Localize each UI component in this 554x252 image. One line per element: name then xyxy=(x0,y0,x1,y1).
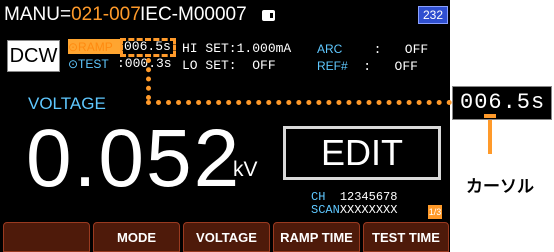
ch-numbers: 12345678 xyxy=(339,190,398,204)
arc-value: OFF xyxy=(404,42,429,57)
manu-label: MANU xyxy=(4,4,60,25)
softkey-mode[interactable]: MODE xyxy=(93,222,180,252)
arc-sep: : xyxy=(373,42,382,57)
manu-value: 021-007 xyxy=(71,4,141,25)
ramp-label: ⊙RAMP xyxy=(68,40,113,54)
cursor-pointer-line xyxy=(488,120,492,154)
interface-badge: 232 xyxy=(418,6,448,24)
callout-value: 006.5s xyxy=(460,90,546,115)
test-row: ⊙TEST xyxy=(68,56,109,73)
voltage-unit: kV xyxy=(233,158,258,181)
channel-row: CH 12345678 xyxy=(311,191,397,203)
ref-value: OFF xyxy=(394,59,418,74)
scan-row: SCANXXXXXXXX xyxy=(311,204,397,216)
softkey-1[interactable] xyxy=(3,222,90,252)
edit-button[interactable]: EDIT xyxy=(283,126,441,180)
cursor-underline xyxy=(484,114,496,118)
arc-label: ARC xyxy=(317,42,343,56)
lo-set-row: LO SET: OFF xyxy=(182,58,276,74)
softkey-bar: MODE VOLTAGE RAMP TIME TEST TIME xyxy=(0,222,450,252)
softkey-test-time[interactable]: TEST TIME xyxy=(363,222,449,252)
lo-set-label: LO SET: xyxy=(182,58,237,73)
hi-set-value: 1.000mA xyxy=(236,41,292,56)
voltage-label: VOLTAGE xyxy=(28,94,106,113)
scan-label: SCAN xyxy=(311,203,340,217)
manu-equals: = xyxy=(59,4,72,25)
test-label: ⊙TEST xyxy=(68,57,109,71)
cursor-label: カーソル xyxy=(466,177,534,197)
voltage-reading: 0.052 xyxy=(26,113,242,204)
ref-sep: : xyxy=(363,59,372,74)
mode-indicator: DCW xyxy=(7,40,60,72)
ramp-value-cursor-box xyxy=(120,38,176,57)
instrument-screen: MANU=021-007 IEC-M00007 232 DCW ⊙RAMP 00… xyxy=(0,0,450,252)
callout-connector-vertical xyxy=(146,58,151,100)
ref-row: REF# : OFF xyxy=(317,58,418,75)
softkey-ramp-time[interactable]: RAMP TIME xyxy=(273,222,360,252)
header-bar: MANU=021-007 IEC-M00007 232 xyxy=(0,0,450,27)
lo-set-value: OFF xyxy=(252,58,276,73)
callout-connector-horizontal xyxy=(146,100,452,105)
ramp-row: ⊙RAMP xyxy=(68,39,113,56)
storage-icon xyxy=(262,10,275,21)
manu-number: MANU=021-007 xyxy=(4,4,141,26)
hi-set-label: HI SET: xyxy=(182,41,237,56)
ch-label: CH xyxy=(311,190,326,204)
softkey-voltage[interactable]: VOLTAGE xyxy=(183,222,270,252)
hi-set-row: HI SET:1.000mA xyxy=(182,41,291,57)
page-indicator[interactable]: 1/3 xyxy=(428,205,442,219)
arc-row: ARC : OFF xyxy=(317,41,428,58)
ref-label: REF# xyxy=(317,59,348,73)
scan-values: XXXXXXXX xyxy=(339,203,398,217)
test-value[interactable]: :000.3s xyxy=(117,56,172,72)
file-name: IEC-M00007 xyxy=(140,4,247,25)
